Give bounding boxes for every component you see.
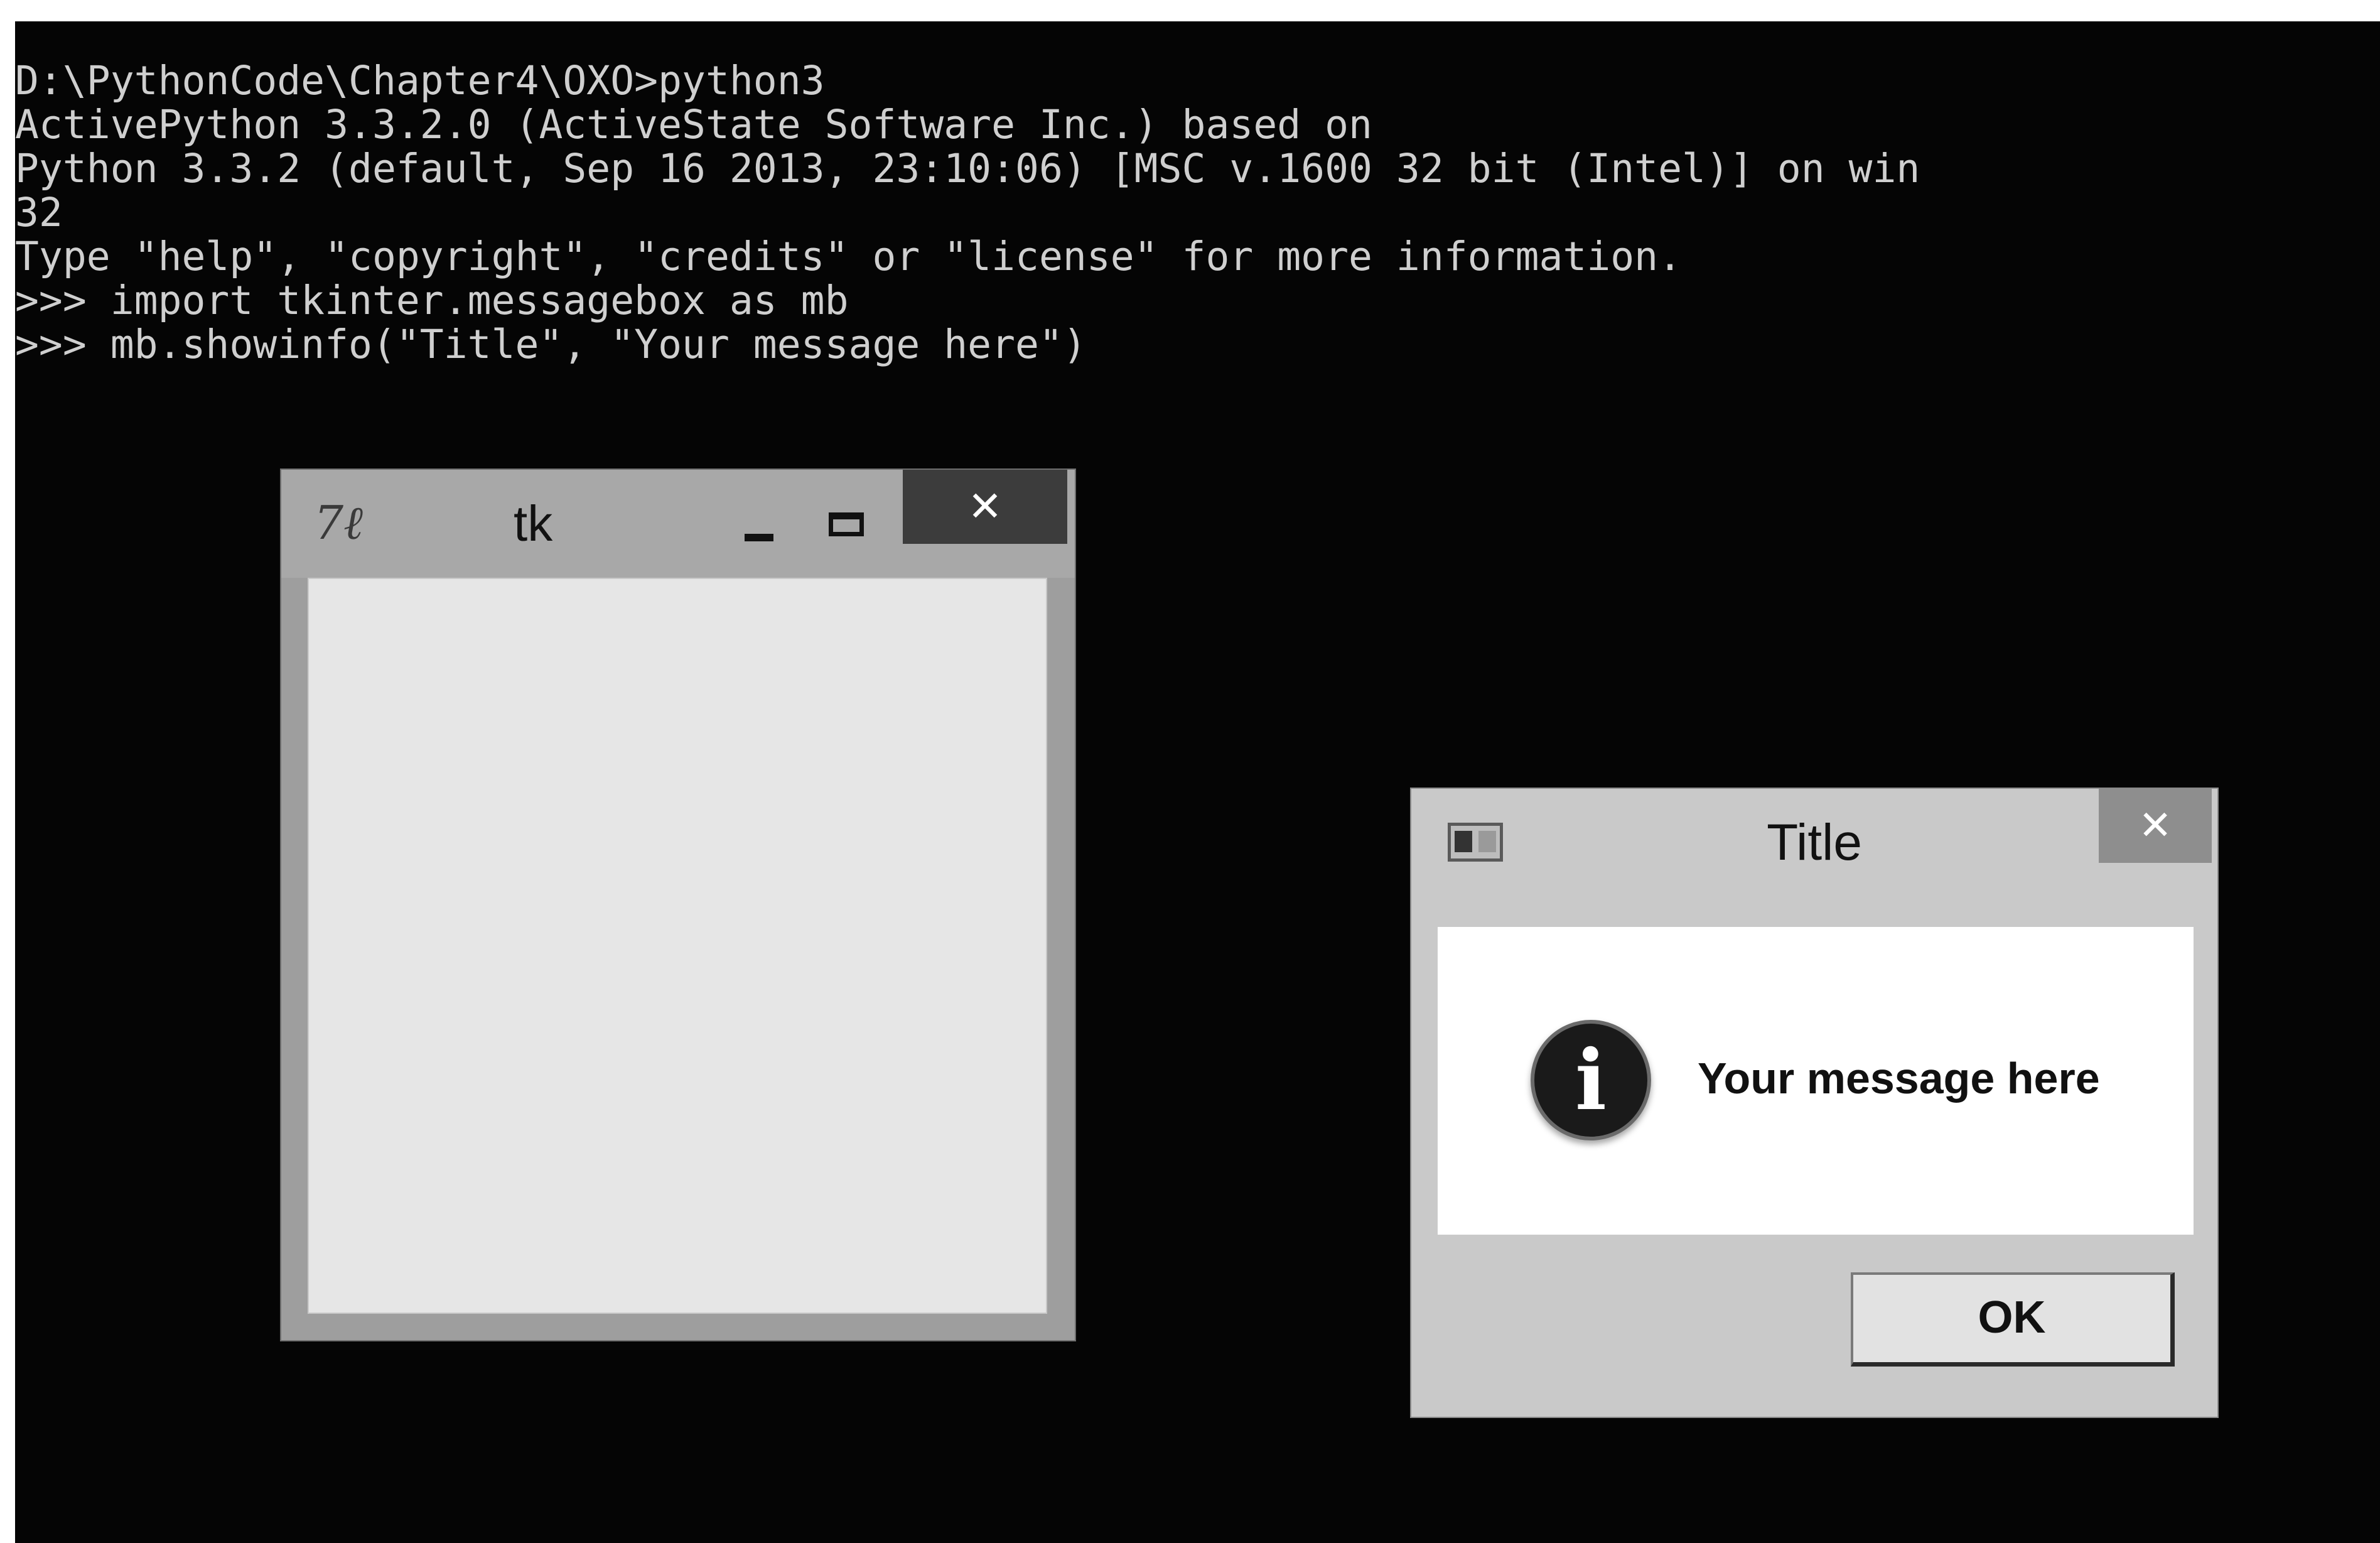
dialog-titlebar[interactable]: Title ✕ (1411, 789, 2217, 897)
command-prompt-window[interactable]: D:\PythonCode\Chapter4\OXO>python3 Active… (15, 21, 2380, 1543)
console-line: Type "help", "copyright", "credits" or "… (15, 235, 1683, 279)
ok-button[interactable]: OK (1851, 1272, 2175, 1367)
tk-client-area (308, 578, 1047, 1314)
tk-titlebar[interactable]: 7ℓ tk ✕ (281, 470, 1075, 578)
dialog-message-area: i Your message here (1438, 927, 2194, 1235)
console-line: Python 3.3.2 (default, Sep 16 2013, 23:1… (15, 147, 1920, 191)
dialog-close-button[interactable]: ✕ (2099, 789, 2212, 863)
minimize-icon (745, 534, 773, 541)
close-icon: ✕ (967, 482, 1003, 531)
messagebox-dialog: Title ✕ i Your message here OK (1410, 788, 2219, 1418)
maximize-button[interactable] (807, 495, 883, 558)
console-line: 32 (15, 191, 63, 235)
tk-root-window: 7ℓ tk ✕ (280, 468, 1076, 1341)
close-icon: ✕ (2138, 803, 2172, 849)
info-icon-glyph: i (1575, 1032, 1607, 1129)
dialog-message: Your message here (1698, 1054, 2100, 1103)
dialog-title: Title (1767, 814, 1862, 871)
console-output: D:\PythonCode\Chapter4\OXO>python3 Active… (15, 59, 1920, 367)
info-icon: i (1531, 1020, 1651, 1140)
tk-close-button[interactable]: ✕ (903, 470, 1067, 544)
console-line: >>> mb.showinfo("Title", "Your message h… (15, 323, 1087, 367)
screenshot: D:\PythonCode\Chapter4\OXO>python3 Active… (0, 0, 2380, 1543)
console-line: D:\PythonCode\Chapter4\OXO>python3 (15, 59, 825, 103)
maximize-icon (829, 512, 864, 536)
console-line: ActivePython 3.3.2.0 (ActiveState Softwa… (15, 103, 1372, 147)
minimize-button[interactable] (721, 495, 796, 558)
tk-window-title: tk (514, 495, 553, 551)
tk-logo-icon: 7ℓ (314, 496, 363, 550)
console-line: >>> import tkinter.messagebox as mb (15, 279, 849, 323)
